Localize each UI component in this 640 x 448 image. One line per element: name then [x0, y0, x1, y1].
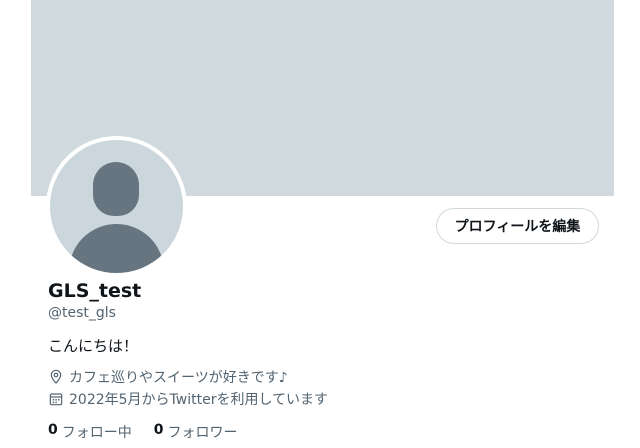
following-count: 0 — [48, 422, 58, 438]
profile-bio: こんにちは！ — [48, 337, 139, 355]
avatar-head-shape — [93, 162, 139, 216]
followers-label: フォロワー — [167, 425, 238, 441]
followers-count: 0 — [153, 422, 164, 438]
avatar[interactable] — [46, 136, 187, 277]
location-pin-icon — [50, 369, 62, 384]
join-date-text: 2022年5月からTwitterを利用しています — [69, 392, 329, 408]
followers-link[interactable]: 0 フォロワー — [154, 422, 238, 442]
edit-profile-button[interactable]: プロフィールを編集 — [436, 208, 599, 244]
location-text: カフェ巡りやスイーツが好きです♪ — [69, 370, 288, 386]
default-avatar-icon — [50, 140, 183, 273]
profile-location: カフェ巡りやスイーツが好きです♪ — [48, 367, 288, 387]
display-name: GLS_test — [48, 280, 142, 302]
following-label: フォロー中 — [61, 425, 132, 441]
follow-stats: 0 フォロー中 0 フォロワー — [48, 422, 238, 442]
calendar-icon — [49, 393, 63, 406]
profile-join-date: 2022年5月からTwitterを利用しています — [48, 389, 328, 409]
profile-page: プロフィールを編集 GLS_test @test_gls こんにちは！ カフェ巡… — [0, 0, 640, 448]
following-link[interactable]: 0 フォロー中 — [48, 422, 132, 442]
user-handle: @test_gls — [48, 305, 116, 321]
avatar-body-shape — [69, 224, 164, 273]
